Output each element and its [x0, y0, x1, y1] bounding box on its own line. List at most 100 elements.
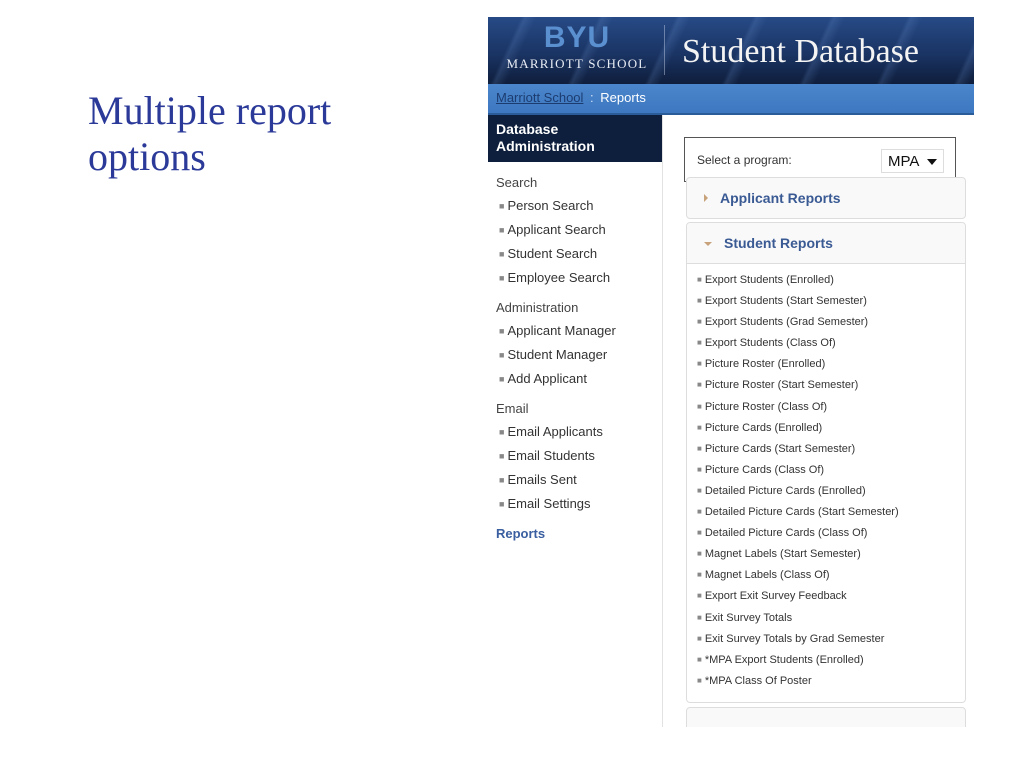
bullet-icon: ■	[697, 422, 702, 432]
student-report-list: ■ Export Students (Enrolled) ■ Export Stud…	[687, 264, 965, 692]
sidebar-item-student-search[interactable]: ■ Student Search	[488, 246, 662, 263]
bullet-icon: ■	[499, 273, 505, 283]
applicant-reports-panel: Applicant Reports	[686, 177, 966, 219]
sidebar-item-add-applicant[interactable]: ■ Add Applicant	[488, 371, 662, 388]
report-link[interactable]: ■ Detailed Picture Cards (Enrolled)	[697, 481, 965, 502]
sidebar-item-label: Emails Sent	[507, 472, 577, 487]
report-link[interactable]: ■ Picture Cards (Start Semester)	[697, 439, 965, 460]
report-label: Exit Survey Totals by Grad Semester	[704, 632, 885, 645]
bullet-icon: ■	[697, 612, 702, 622]
sidebar-item-label: Person Search	[507, 198, 594, 213]
report-label: Magnet Labels (Start Semester)	[704, 548, 861, 561]
report-link[interactable]: ■ Magnet Labels (Start Semester)	[697, 544, 965, 565]
report-link[interactable]: ■ Detailed Picture Cards (Class Of)	[697, 523, 965, 544]
panel-title: Student Reports	[724, 235, 833, 251]
sidebar-item-employee-search[interactable]: ■ Employee Search	[488, 270, 662, 287]
report-link[interactable]: ■ Picture Cards (Enrolled)	[697, 418, 965, 439]
student-reports-toggle[interactable]: Student Reports	[687, 223, 965, 264]
bullet-icon: ■	[499, 451, 505, 461]
bullet-icon: ■	[697, 528, 702, 538]
report-label: Picture Cards (Enrolled)	[704, 421, 823, 434]
breadcrumb-separator: :	[590, 90, 594, 105]
logo-byu-text: BYU	[543, 21, 611, 54]
bullet-icon: ■	[697, 654, 702, 664]
content-area: Database Administration Search ■ Person S…	[488, 115, 974, 727]
bullet-icon: ■	[697, 675, 702, 685]
app-header: BYU MARRIOTT SCHOOL Student Database	[488, 17, 974, 84]
report-label: Export Students (Grad Semester)	[704, 316, 869, 329]
report-link[interactable]: ■ Magnet Labels (Class Of)	[697, 565, 965, 586]
main-content: Select a program: MPA Applicant Reports …	[663, 115, 974, 727]
sidebar: Database Administration Search ■ Person S…	[488, 115, 663, 727]
program-select[interactable]: MPA	[881, 149, 944, 173]
sidebar-section-search: Search	[496, 175, 538, 190]
sidebar-section-email: Email	[496, 401, 529, 416]
report-label: Detailed Picture Cards (Class Of)	[704, 527, 868, 540]
sidebar-item-label: Email Applicants	[507, 424, 603, 439]
bullet-icon: ■	[697, 401, 702, 411]
report-link[interactable]: ■ Export Students (Grad Semester)	[697, 312, 965, 333]
sidebar-item-applicant-manager[interactable]: ■ Applicant Manager	[488, 323, 662, 340]
bullet-icon: ■	[499, 374, 505, 384]
sidebar-item-applicant-search[interactable]: ■ Applicant Search	[488, 222, 662, 239]
sidebar-item-email-students[interactable]: ■ Email Students	[488, 448, 662, 465]
report-link[interactable]: ■ Picture Roster (Class Of)	[697, 397, 965, 418]
bullet-icon: ■	[697, 296, 702, 306]
sidebar-item-label: Email Settings	[507, 496, 591, 511]
report-link[interactable]: ■ Detailed Picture Cards (Start Semester)	[697, 502, 965, 523]
bullet-icon: ■	[697, 380, 702, 390]
student-reports-panel: Student Reports ■ Export Students (Enroll…	[686, 222, 966, 703]
chevron-down-icon	[927, 159, 937, 165]
sidebar-item-label: Add Applicant	[507, 371, 587, 386]
sidebar-item-email-settings[interactable]: ■ Email Settings	[488, 496, 662, 513]
bullet-icon: ■	[697, 507, 702, 517]
report-link[interactable]: ■ Exit Survey Totals	[697, 608, 965, 629]
report-link[interactable]: ■ Exit Survey Totals by Grad Semester	[697, 629, 965, 650]
report-label: Magnet Labels (Class Of)	[704, 569, 830, 582]
breadcrumb-current: Reports	[600, 90, 646, 105]
sidebar-item-label: Applicant Search	[507, 222, 606, 237]
bullet-icon: ■	[697, 549, 702, 559]
applicant-reports-toggle[interactable]: Applicant Reports	[687, 178, 965, 219]
bullet-icon: ■	[499, 201, 505, 211]
bullet-icon: ■	[697, 317, 702, 327]
report-label: Detailed Picture Cards (Enrolled)	[704, 484, 866, 497]
program-selector-box: Select a program: MPA	[684, 137, 956, 182]
bullet-icon: ■	[697, 464, 702, 474]
program-selector-label: Select a program:	[697, 153, 792, 167]
report-link[interactable]: ■ Export Students (Class Of)	[697, 333, 965, 354]
report-link[interactable]: ■ Picture Roster (Enrolled)	[697, 354, 965, 375]
sidebar-item-label: Student Search	[507, 246, 598, 261]
report-link[interactable]: ■ Export Exit Survey Feedback	[697, 586, 965, 607]
report-link[interactable]: ■ *MPA Export Students (Enrolled)	[697, 650, 965, 671]
sidebar-item-person-search[interactable]: ■ Person Search	[488, 198, 662, 215]
sidebar-item-reports[interactable]: Reports	[488, 526, 662, 541]
report-link[interactable]: ■ *MPA Class Of Poster	[697, 671, 965, 692]
sidebar-item-label: Email Students	[507, 448, 595, 463]
byu-marriott-logo[interactable]: BYU MARRIOTT SCHOOL	[488, 23, 666, 73]
report-label: Picture Cards (Class Of)	[704, 463, 825, 476]
report-link[interactable]: ■ Picture Roster (Start Semester)	[697, 375, 965, 396]
report-label: Export Students (Enrolled)	[704, 274, 834, 286]
bullet-icon: ■	[499, 225, 505, 235]
program-select-value: MPA	[888, 153, 920, 170]
bullet-icon: ■	[697, 633, 702, 643]
sidebar-item-student-manager[interactable]: ■ Student Manager	[488, 347, 662, 364]
header-divider	[664, 25, 665, 75]
bullet-icon: ■	[499, 499, 505, 509]
report-link[interactable]: ■ Export Students (Start Semester)	[697, 291, 965, 312]
report-link[interactable]: ■ Picture Cards (Class Of)	[697, 460, 965, 481]
sidebar-item-label: Employee Search	[507, 270, 611, 285]
bullet-icon: ■	[697, 570, 702, 580]
slide-title: Multiple report options	[88, 88, 332, 179]
breadcrumb: Marriott School : Reports	[488, 84, 974, 115]
logo-school-text: MARRIOTT SCHOOL	[506, 56, 648, 71]
panel-title: Applicant Reports	[720, 190, 841, 206]
report-label: Export Students (Start Semester)	[704, 295, 867, 308]
sidebar-item-email-applicants[interactable]: ■ Email Applicants	[488, 424, 662, 441]
bullet-icon: ■	[499, 475, 505, 485]
report-link[interactable]: ■ Export Students (Enrolled)	[697, 270, 965, 291]
breadcrumb-link-marriott-school[interactable]: Marriott School	[496, 90, 583, 105]
sidebar-item-emails-sent[interactable]: ■ Emails Sent	[488, 472, 662, 489]
bullet-icon: ■	[499, 326, 505, 336]
